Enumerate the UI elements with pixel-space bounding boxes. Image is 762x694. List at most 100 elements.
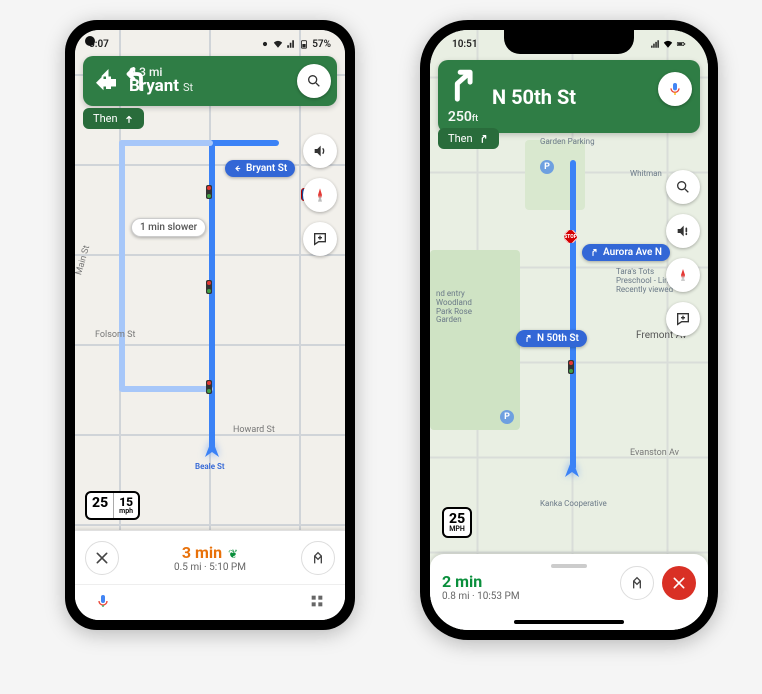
nav-distance-unit: ft: [472, 114, 478, 124]
eta-distance: 0.8 mi: [442, 591, 470, 602]
android-screen: 5:07 57%: [75, 30, 345, 620]
poi-taras: Tara's Tots Preschool - Lin Recently vie…: [616, 268, 673, 294]
speed-unit: MPH: [449, 526, 465, 533]
status-battery: 57%: [312, 39, 331, 50]
apps-button[interactable]: [309, 593, 325, 613]
traffic-light-icon: [568, 360, 574, 374]
arrow-up-icon: [124, 114, 134, 124]
mic-icon: [95, 593, 111, 609]
wifi-icon: [663, 39, 673, 49]
street-bubble-label: N 50th St: [537, 333, 579, 344]
speed-limit: 25: [92, 496, 108, 510]
eta-center: 3 min ❦ 0.5 mi · 5:10 PM: [174, 543, 246, 573]
nav-distance: 250: [448, 109, 472, 125]
android-side-controls: [303, 134, 337, 256]
speed-unit: mph: [119, 508, 133, 515]
android-phone-frame: 5:07 57%: [65, 20, 355, 630]
route-alt-top: [119, 140, 213, 146]
speaker-alert-icon: [675, 223, 691, 239]
home-indicator[interactable]: [514, 620, 624, 624]
search-button[interactable]: [666, 170, 700, 204]
close-icon: [94, 550, 110, 566]
compass-icon: [675, 267, 691, 283]
close-button[interactable]: [85, 541, 119, 575]
then-pill[interactable]: Then: [438, 128, 499, 149]
status-right: 57%: [260, 39, 331, 50]
bear-right-icon: [524, 334, 533, 343]
park-area: [430, 250, 520, 430]
compass-button[interactable]: [303, 178, 337, 212]
alt-routes-button[interactable]: [301, 541, 335, 575]
speed-limit: 25: [449, 512, 465, 526]
eta-time: 2 min: [442, 572, 482, 591]
search-icon: [675, 179, 691, 195]
then-label: Then: [93, 112, 118, 125]
current-position: [558, 455, 586, 483]
notch: [504, 30, 634, 54]
status-time: 10:51: [444, 39, 478, 50]
stop-sign-icon: STOP: [561, 227, 579, 245]
report-button[interactable]: [303, 222, 337, 256]
leaf-icon: ❦: [228, 547, 238, 561]
park-area-2: [525, 140, 585, 210]
road-label-beale: Beale St: [195, 462, 225, 471]
android-status-bar: 5:07 57%: [75, 30, 345, 54]
location-icon: [260, 39, 270, 49]
eta-sheet[interactable]: 2 min 0.8 mi · 10:53 PM: [430, 554, 708, 630]
street-bubble-label: Aurora Ave N: [603, 247, 662, 258]
close-icon: [671, 575, 687, 591]
route-main: [570, 160, 576, 470]
close-button[interactable]: [662, 566, 696, 600]
turn-left-icon: [233, 164, 242, 173]
alt-route-label: 1 min slower: [140, 222, 197, 233]
chat-plus-icon: [675, 311, 691, 327]
routes-icon: [629, 575, 645, 591]
street-bubble-aurora: Aurora Ave N: [582, 244, 670, 261]
poi-kanka: Kanka Cooperative: [540, 500, 607, 509]
route-turn-top: [209, 140, 279, 146]
battery-icon: [299, 39, 309, 49]
voice-button[interactable]: [658, 72, 692, 106]
search-icon: [306, 73, 322, 89]
chat-plus-icon: [312, 231, 328, 247]
nav-distance: 0.3 mi: [129, 66, 193, 79]
poi-whitman: Whitman: [630, 170, 662, 179]
report-button[interactable]: [666, 302, 700, 336]
speed-limit-box: 25 MPH: [442, 507, 472, 538]
sound-alert-button[interactable]: [666, 214, 700, 248]
search-button[interactable]: [297, 64, 331, 98]
signal-icon: [650, 39, 660, 49]
current-position: [198, 435, 226, 463]
alt-routes-button[interactable]: [620, 566, 654, 600]
sound-button[interactable]: [303, 134, 337, 168]
nav-arrow-icon: [200, 437, 224, 461]
route-alt: [119, 140, 125, 390]
eta-time: 3 min: [182, 543, 222, 562]
eta-sub: 0.5 mi · 5:10 PM: [174, 562, 246, 573]
nav-arrow-icon: [560, 457, 584, 481]
grid-icon: [309, 593, 325, 609]
alt-route-bubble[interactable]: 1 min slower: [131, 218, 206, 237]
then-pill[interactable]: Then: [83, 108, 144, 129]
speaker-icon: [312, 143, 328, 159]
bear-right-icon: [479, 134, 489, 144]
road-label-evanston: Evanston Av: [630, 448, 679, 458]
wifi-icon: [273, 39, 283, 49]
sheet-handle[interactable]: [551, 564, 587, 568]
nav-street-suffix: St: [183, 81, 193, 94]
eta-clock: 5:10 PM: [209, 562, 246, 573]
poi-entry: nd entry Woodland Park Rose Garden: [436, 290, 472, 325]
parking-icon: P: [500, 410, 514, 424]
eta-bar[interactable]: 3 min ❦ 0.5 mi · 5:10 PM: [75, 530, 345, 584]
road-label-folsom: Folsom St: [95, 330, 135, 340]
traffic-light-icon: [206, 185, 212, 199]
road-label-howard: Howard St: [233, 425, 275, 435]
eta-sub: 0.8 mi · 10:53 PM: [442, 591, 520, 602]
ios-phone-frame: 10:51 STOP P P Aurora Ave N: [420, 20, 718, 640]
poi-garden-parking: Garden Parking: [540, 138, 595, 147]
compass-button[interactable]: [666, 258, 700, 292]
traffic-light-icon: [206, 280, 212, 294]
bear-right-icon: [446, 68, 480, 106]
assistant-button[interactable]: [95, 593, 111, 613]
signal-icon: [286, 39, 296, 49]
